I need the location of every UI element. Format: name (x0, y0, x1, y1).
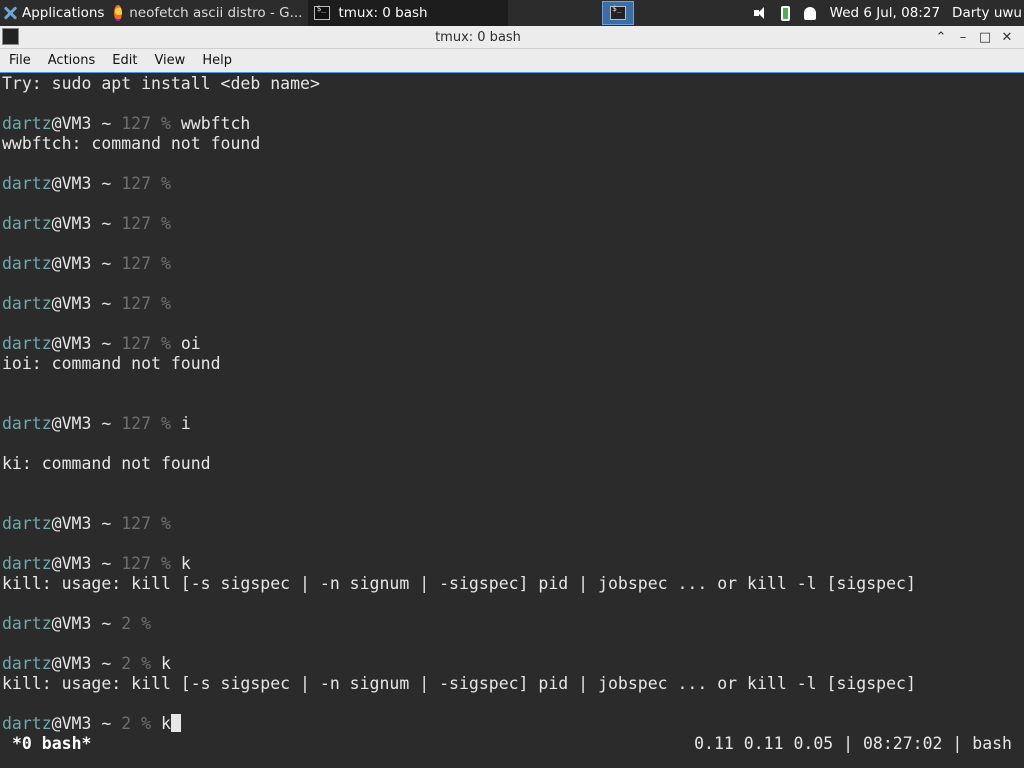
prompt-status: 127 % (121, 514, 171, 533)
system-tray: Wed 6 Jul, 08:27 Darty uwu (753, 0, 1024, 26)
prompt-host: @VM3 ~ (51, 294, 122, 313)
clock[interactable]: Wed 6 Jul, 08:27 (830, 5, 940, 21)
window-title: tmux: 0 bash (435, 29, 521, 45)
tmux-status-right: 0.11 0.11 0.05 | 08:27:02 | bash (694, 734, 1012, 753)
prompt-status: 2 % (121, 654, 152, 673)
text-cursor (170, 714, 181, 732)
prompt-host: @VM3 ~ (51, 414, 122, 433)
window-titlebar[interactable]: tmux: 0 bash ⌃ – □ ✕ (0, 26, 1024, 49)
prompt-host: @VM3 ~ (51, 114, 122, 133)
terminal-output-line: ioi: command not found (2, 354, 221, 373)
terminal-prompt-line: dartz@VM3 ~ 127 % (2, 254, 171, 274)
prompt-status: 127 % (121, 114, 171, 133)
menu-view[interactable]: View (145, 53, 193, 68)
menu-help[interactable]: Help (193, 53, 240, 68)
prompt-host: @VM3 ~ (51, 254, 122, 273)
prompt-status: 127 % (121, 294, 171, 313)
prompt-host: @VM3 ~ (51, 214, 122, 233)
terminal-output-line: wwbftch: command not found (2, 134, 261, 153)
prompt-user: dartz (2, 714, 52, 733)
top-panel: Applications neofetch ascii distro - G..… (0, 0, 1024, 26)
taskbar-item-browser[interactable]: neofetch ascii distro - G... (108, 0, 308, 26)
terminal-prompt-line: dartz@VM3 ~ 127 % (2, 214, 171, 234)
terminal-icon (610, 4, 626, 20)
xfce-logo-icon (2, 5, 18, 21)
menu-bar: File Actions Edit View Help (0, 49, 1024, 73)
command-text: oi (170, 334, 201, 353)
prompt-user: dartz (2, 614, 52, 633)
close-button[interactable]: ✕ (996, 28, 1018, 48)
terminal-prompt-line: dartz@VM3 ~ 127 % i (2, 414, 191, 434)
prompt-host: @VM3 ~ (51, 334, 122, 353)
prompt-user: dartz (2, 334, 52, 353)
prompt-user: dartz (2, 214, 52, 233)
prompt-user: dartz (2, 514, 52, 533)
prompt-status: 127 % (121, 554, 171, 573)
command-text: k (151, 654, 171, 673)
terminal-prompt-line: dartz@VM3 ~ 2 % (2, 614, 151, 634)
terminal-output-line: kill: usage: kill [-s sigspec | -n signu… (2, 574, 916, 593)
terminal-prompt-line: dartz@VM3 ~ 127 % (2, 514, 171, 534)
terminal-output-line: ki: command not found (2, 454, 211, 473)
command-text: wwbftch (170, 114, 251, 133)
terminal-prompt-line: dartz@VM3 ~ 2 % k (2, 714, 181, 734)
taskbar-item-terminal[interactable]: tmux: 0 bash (308, 0, 509, 26)
battery-icon[interactable] (780, 5, 790, 21)
menu-actions[interactable]: Actions (39, 53, 104, 68)
prompt-user: dartz (2, 254, 52, 273)
prompt-host: @VM3 ~ (51, 514, 122, 533)
prompt-status: 127 % (121, 174, 171, 193)
command-text: k (170, 554, 191, 573)
terminal-output-line: kill: usage: kill [-s sigspec | -n signu… (2, 674, 916, 693)
taskbar-item-label: tmux: 0 bash (338, 5, 428, 21)
terminal-output-line: Try: sudo apt install <deb name> (2, 74, 320, 93)
menu-edit[interactable]: Edit (103, 53, 145, 68)
shade-button[interactable]: ⌃ (930, 28, 952, 48)
prompt-user: dartz (2, 174, 52, 193)
workspace-switcher-button[interactable] (602, 1, 634, 25)
terminal-prompt-line: dartz@VM3 ~ 127 % (2, 294, 171, 314)
prompt-host: @VM3 ~ (51, 614, 122, 633)
terminal-prompt-line: dartz@VM3 ~ 127 % k (2, 554, 191, 574)
command-input[interactable]: k (151, 714, 171, 733)
prompt-host: @VM3 ~ (51, 654, 122, 673)
taskbar-item-label: neofetch ascii distro - G... (129, 5, 303, 21)
terminal-prompt-line: dartz@VM3 ~ 127 % oi (2, 334, 201, 354)
tmux-window-indicator[interactable]: *0 bash* (12, 734, 91, 754)
prompt-user: dartz (2, 294, 52, 313)
minimize-button[interactable]: – (952, 28, 974, 48)
prompt-user: dartz (2, 654, 52, 673)
terminal-prompt-line: dartz@VM3 ~ 127 % (2, 174, 171, 194)
firefox-icon (114, 5, 123, 21)
maximize-button[interactable]: □ (974, 28, 996, 48)
prompt-user: dartz (2, 554, 52, 573)
prompt-status: 127 % (121, 254, 171, 273)
user-menu[interactable]: Darty uwu (952, 5, 1022, 21)
applications-menu-button[interactable]: Applications (0, 0, 108, 26)
applications-label: Applications (22, 5, 105, 21)
menu-file[interactable]: File (0, 53, 39, 68)
prompt-status: 127 % (121, 214, 171, 233)
command-text: i (170, 414, 191, 433)
volume-icon[interactable] (753, 6, 769, 20)
prompt-status: 127 % (121, 334, 171, 353)
prompt-host: @VM3 ~ (51, 174, 122, 193)
prompt-user: dartz (2, 114, 52, 133)
terminal-icon (314, 4, 331, 20)
prompt-status: 2 % (121, 714, 152, 733)
prompt-status: 2 % (121, 614, 152, 633)
prompt-status: 127 % (121, 414, 171, 433)
prompt-user: dartz (2, 414, 52, 433)
notification-bell-icon[interactable] (803, 6, 816, 20)
prompt-host: @VM3 ~ (51, 714, 122, 733)
terminal-prompt-line: dartz@VM3 ~ 2 % k (2, 654, 171, 674)
prompt-host: @VM3 ~ (51, 554, 122, 573)
terminal-area[interactable]: Try: sudo apt install <deb name> dartz@V… (0, 74, 1024, 768)
terminal-prompt-line: dartz@VM3 ~ 127 % wwbftch (2, 114, 250, 134)
